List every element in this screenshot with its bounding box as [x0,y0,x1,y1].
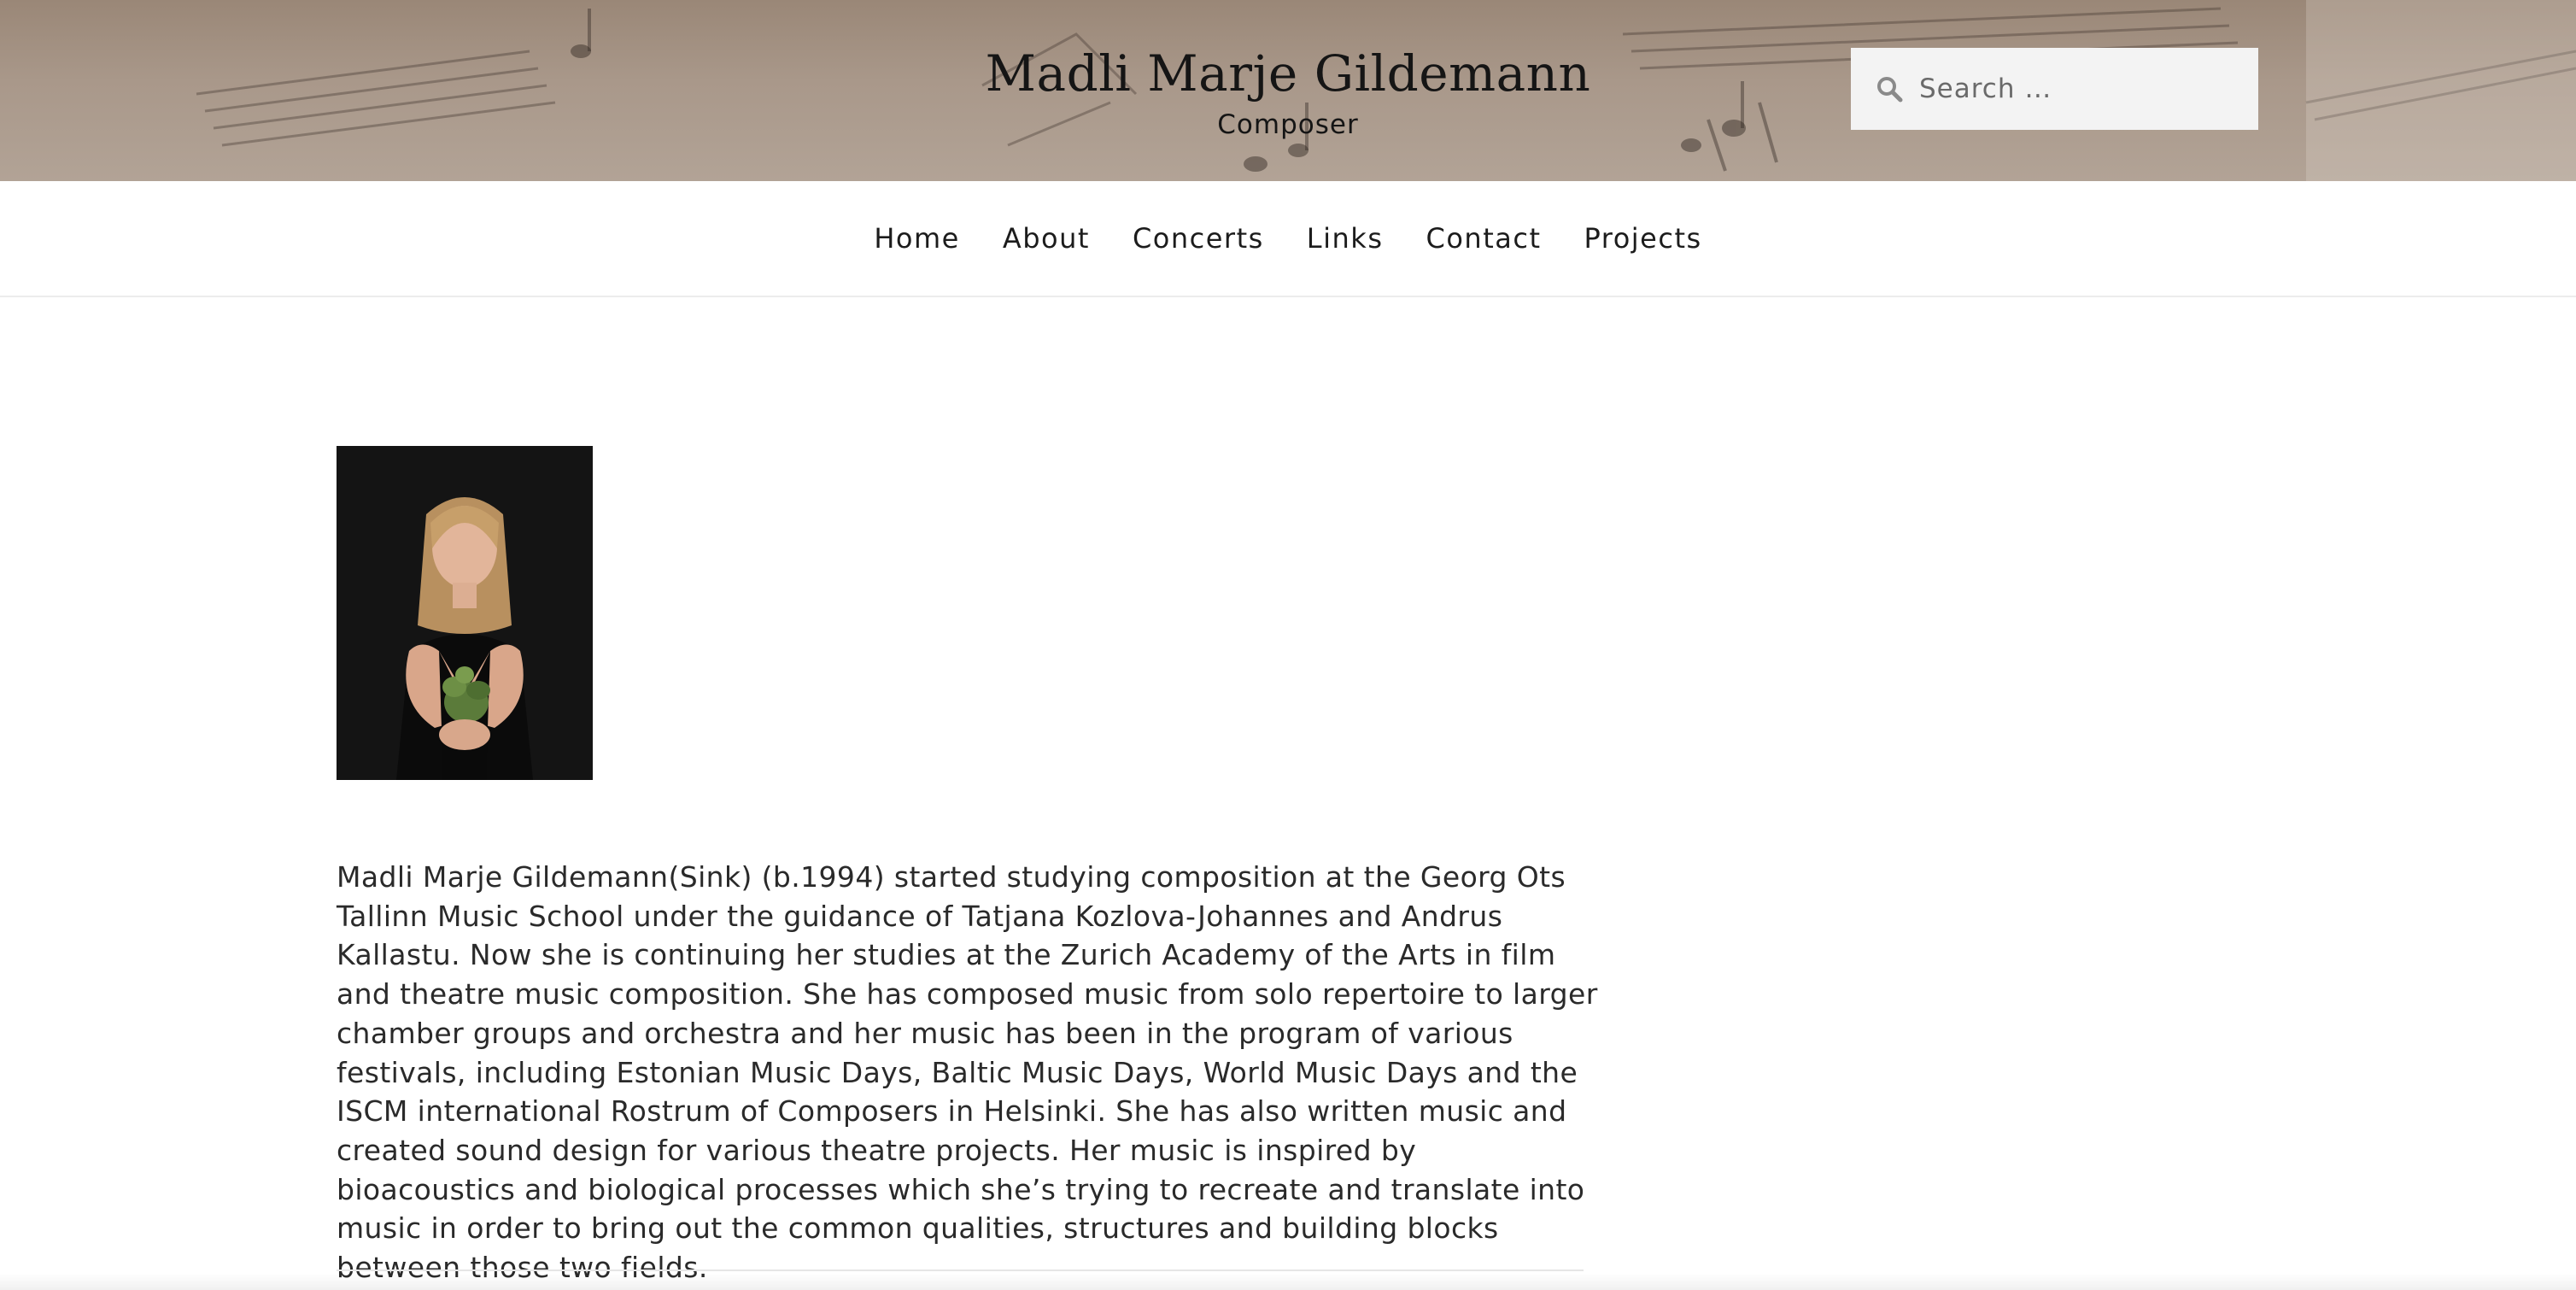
nav-item-contact[interactable]: Contact [1426,222,1542,255]
search-input[interactable] [1917,62,2245,115]
nav-item-links[interactable]: Links [1307,222,1384,255]
site-header: Madli Marje Gildemann Composer [0,0,2576,181]
nav-item-about[interactable]: About [1003,222,1090,255]
nav-item-home[interactable]: Home [874,222,960,255]
composer-bio: Madli Marje Gildemann(Sink) (b.1994) sta… [337,860,1598,1285]
bottom-edge-shadow [0,1273,2576,1290]
nav-item-projects[interactable]: Projects [1584,222,1702,255]
search-box[interactable] [1851,48,2258,130]
portrait-image [337,446,593,780]
composer-portrait [337,446,593,780]
main-navigation: Home About Concerts Links Contact Projec… [0,181,2576,297]
nav-item-concerts[interactable]: Concerts [1133,222,1264,255]
content-divider [337,1269,1584,1271]
search-icon [1877,77,1903,103]
